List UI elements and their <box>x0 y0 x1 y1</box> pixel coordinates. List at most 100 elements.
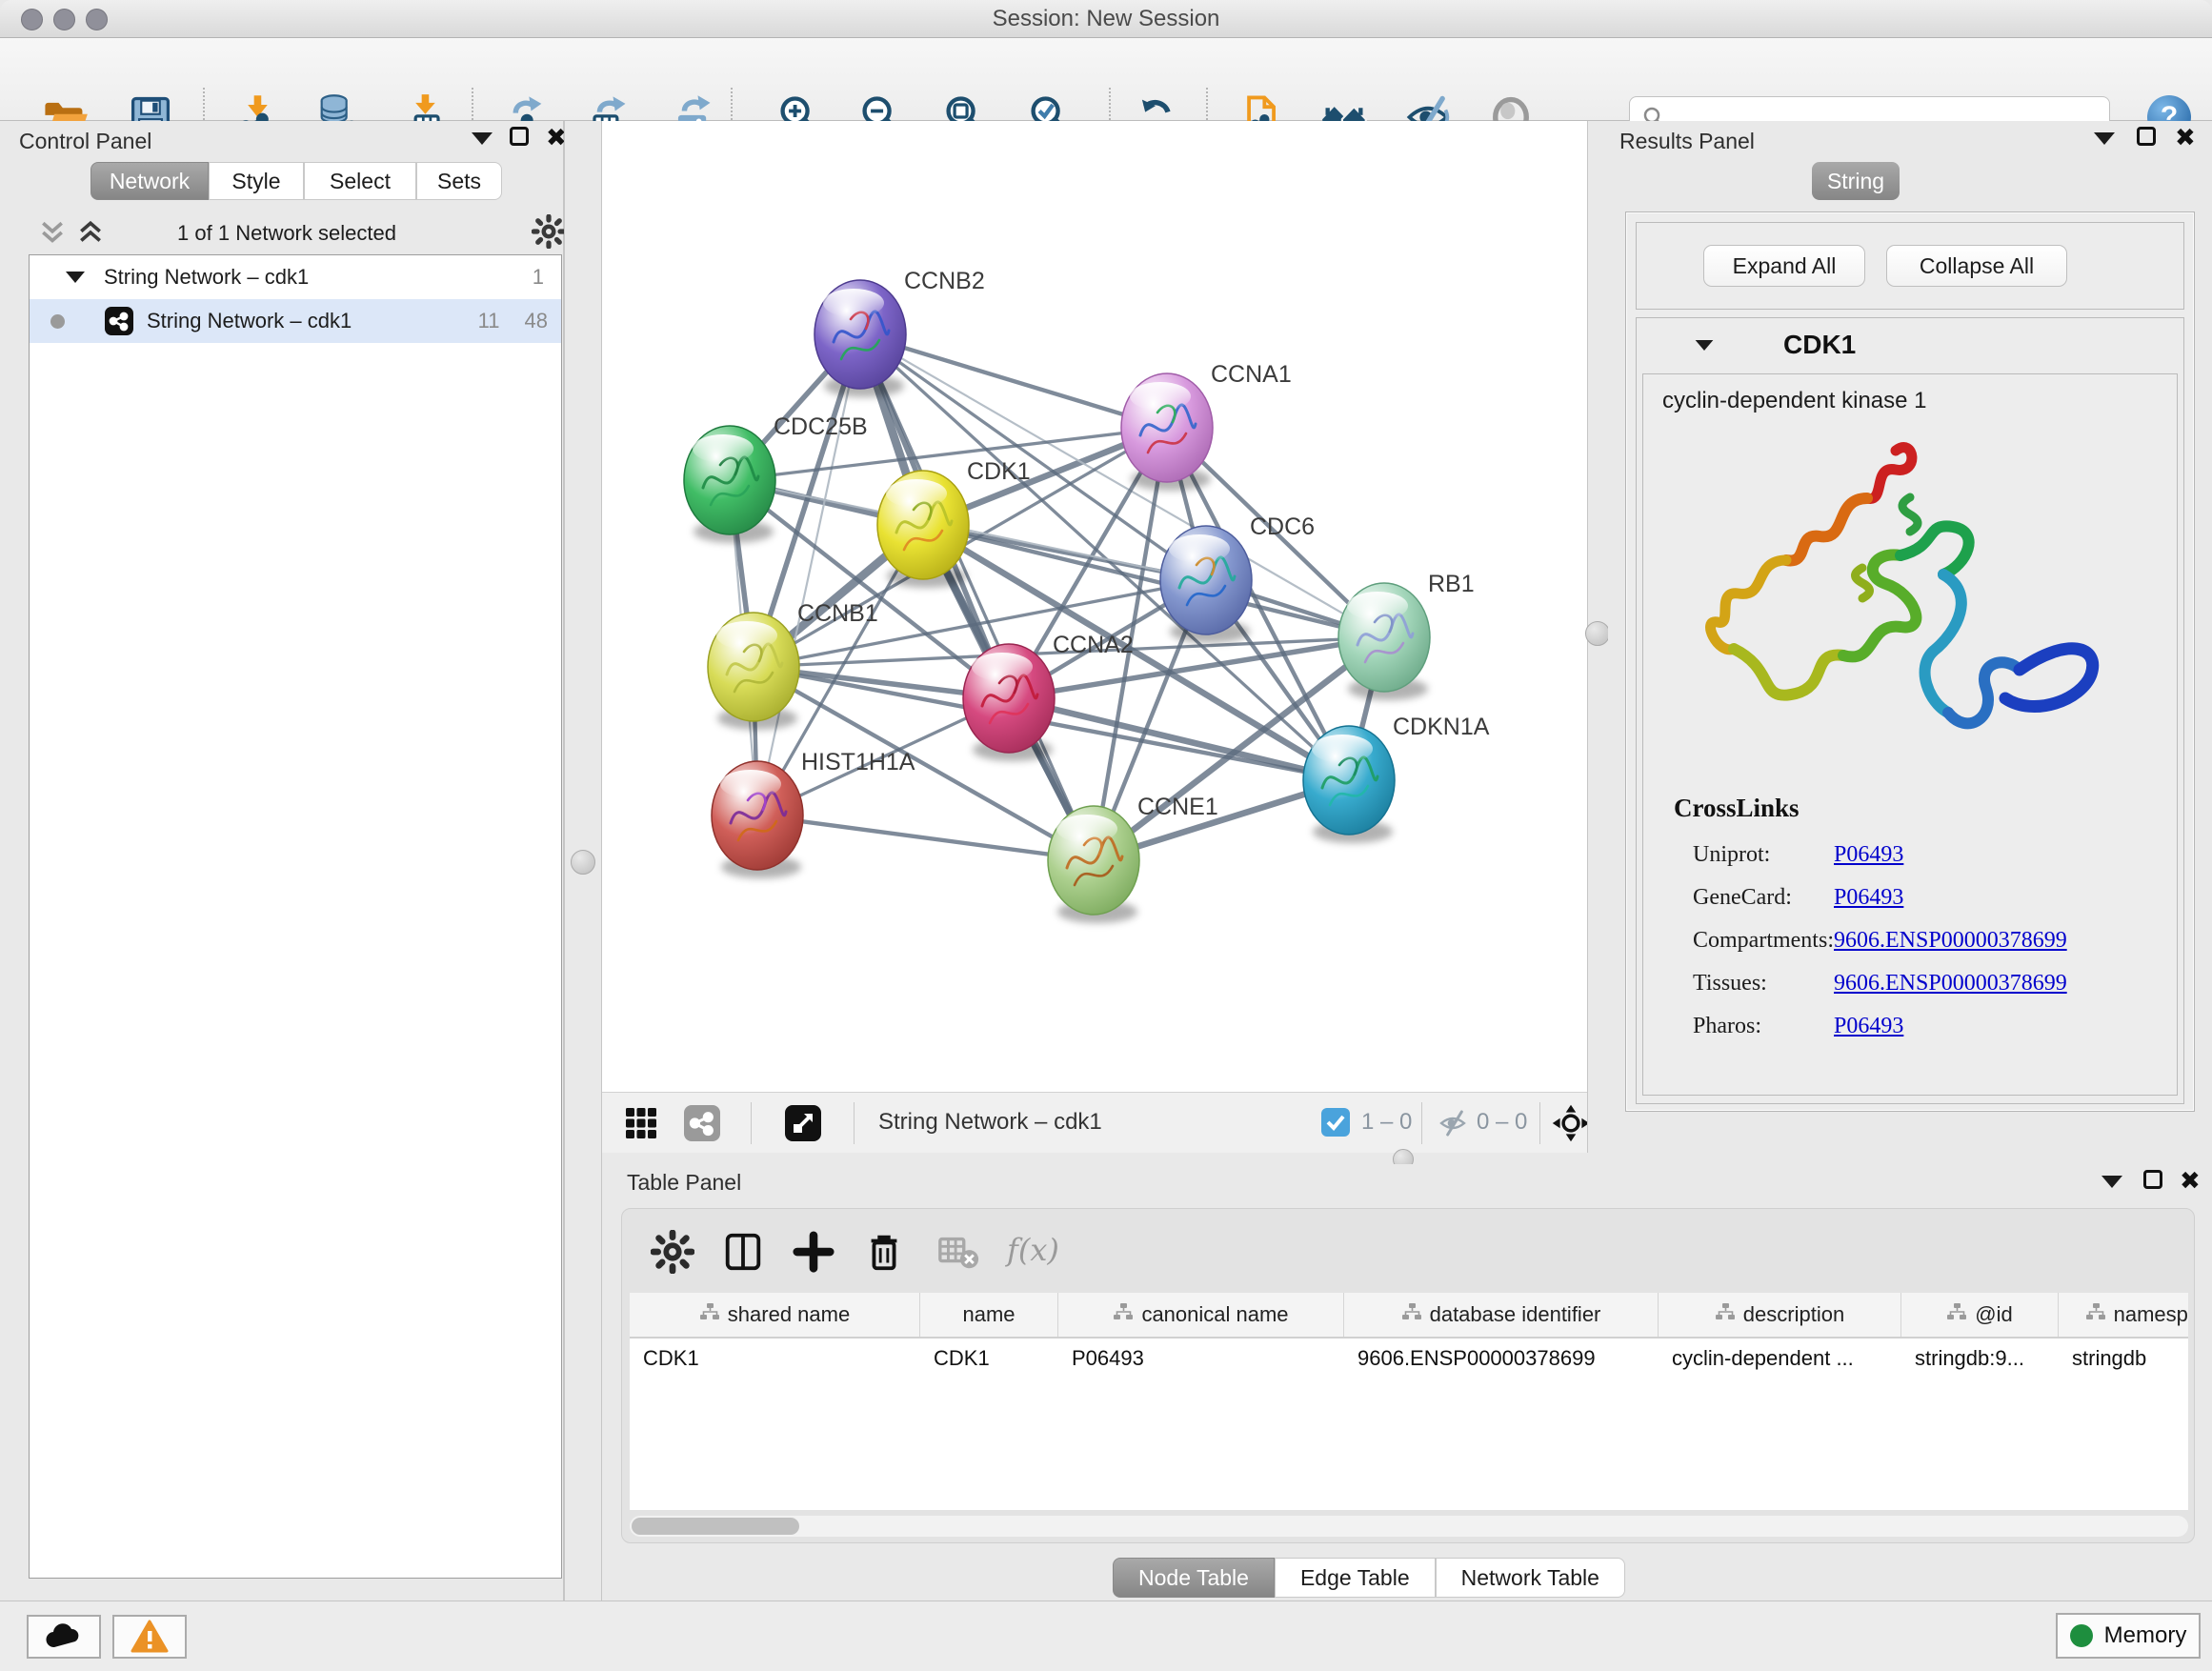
tab-network[interactable]: Network <box>90 162 209 200</box>
network-node-ccne1[interactable]: CCNE1 <box>1048 794 1218 923</box>
network-node-cdk1[interactable]: CDK1 <box>877 458 1031 588</box>
table-cell[interactable]: CDK1 <box>920 1339 1058 1380</box>
tab-sets[interactable]: Sets <box>416 162 502 200</box>
column-header--id[interactable]: @id <box>1901 1293 2059 1337</box>
horizontal-scrollbar[interactable] <box>630 1516 2188 1537</box>
column-header-description[interactable]: description <box>1659 1293 1901 1337</box>
netbar-separator <box>854 1102 855 1144</box>
node-label: CCNA2 <box>1053 632 1134 658</box>
cloud-button[interactable] <box>27 1615 101 1659</box>
crosslink-link[interactable]: 9606.ENSP00000378699 <box>1834 971 2067 997</box>
minimize-window-button[interactable] <box>53 9 75 30</box>
plus-icon[interactable] <box>792 1230 835 1274</box>
gear-icon[interactable] <box>651 1230 694 1274</box>
network-edge[interactable] <box>860 334 1167 428</box>
birdseye-icon[interactable] <box>785 1105 821 1141</box>
panel-close-icon[interactable]: ✖ <box>2175 128 2196 147</box>
shared-column-icon <box>1113 1302 1134 1327</box>
right-splitter-handle[interactable] <box>1585 621 1610 646</box>
hidden-count: 0 – 0 <box>1477 1109 1527 1136</box>
trash-icon[interactable] <box>862 1230 906 1274</box>
tree-expander-icon[interactable] <box>66 272 85 283</box>
table-panel-title: Table Panel <box>627 1170 741 1196</box>
window-titlebar: Session: New Session <box>0 0 2212 38</box>
network-node-cdc25b[interactable]: CDC25B <box>684 413 868 543</box>
table-tabs: Node Table Edge Table Network Table <box>1113 1558 1625 1598</box>
crosslink-link[interactable]: P06493 <box>1834 842 1903 868</box>
crosslink-link[interactable]: 9606.ENSP00000378699 <box>1834 928 2067 954</box>
grid-icon[interactable] <box>625 1107 657 1144</box>
table-cell[interactable]: stringdb:9... <box>1901 1339 2059 1380</box>
panel-close-icon[interactable]: ✖ <box>2180 1171 2201 1190</box>
column-label: shared name <box>728 1302 850 1327</box>
crosslink-link[interactable]: P06493 <box>1834 1014 1903 1039</box>
control-panel-tabs: Network Style Select Sets <box>10 162 564 200</box>
function-icon[interactable]: f(x) <box>1007 1232 1059 1268</box>
panel-menu-icon[interactable] <box>2094 132 2115 145</box>
table-cell[interactable]: CDK1 <box>630 1339 920 1380</box>
crosslink-row: Pharos:P06493 <box>1693 1005 2160 1048</box>
panel-float-icon[interactable] <box>2137 127 2156 146</box>
tab-string[interactable]: String <box>1812 162 1900 200</box>
tab-style[interactable]: Style <box>209 162 304 200</box>
panel-menu-icon[interactable] <box>472 132 493 145</box>
selected-checkbox[interactable] <box>1321 1108 1350 1137</box>
column-label: @id <box>1975 1302 2012 1327</box>
column-header-name[interactable]: name <box>920 1293 1058 1337</box>
crosshair-icon[interactable] <box>1551 1103 1591 1148</box>
column-header-canonical-name[interactable]: canonical name <box>1058 1293 1344 1337</box>
tab-node-table[interactable]: Node Table <box>1113 1558 1275 1598</box>
left-splitter-handle[interactable] <box>571 850 595 875</box>
network-node-rb1[interactable]: RB1 <box>1338 571 1475 700</box>
network-selection-status: 1 of 1 Network selected <box>10 221 564 246</box>
table-cell[interactable]: stringdb <box>2059 1339 2188 1380</box>
table-cell[interactable]: cyclin-dependent ... <box>1659 1339 1901 1380</box>
network-icon <box>105 307 133 335</box>
share-icon[interactable] <box>684 1105 720 1141</box>
hidden-eye-icon[interactable] <box>1437 1108 1469 1143</box>
network-node-cdkn1a[interactable]: CDKN1A <box>1303 714 1490 843</box>
crosslink-link[interactable]: P06493 <box>1834 885 1903 911</box>
results-panel: Results Panel ✖ String Expand All Collap… <box>1608 121 2212 1164</box>
column-header-shared-name[interactable]: shared name <box>630 1293 920 1337</box>
delete-table-icon[interactable] <box>936 1230 975 1274</box>
expand-all-button[interactable]: Expand All <box>1703 245 1865 287</box>
gear-icon[interactable] <box>532 214 566 253</box>
column-header-database-identifier[interactable]: database identifier <box>1344 1293 1659 1337</box>
panel-float-icon[interactable] <box>2143 1170 2162 1189</box>
network-edge[interactable] <box>757 334 860 815</box>
node-label: CDC25B <box>774 413 868 440</box>
warning-button[interactable] <box>112 1615 187 1659</box>
network-edge[interactable] <box>860 334 1094 860</box>
network-graph[interactable]: CCNB2 CCNA1 CDC25B CDK1 CDC6 RB1 CCNB1 CCNA2 CDK… <box>602 121 1587 1092</box>
entry-collapse-icon[interactable] <box>1696 339 1714 350</box>
column-header-namespace[interactable]: namespace <box>2059 1293 2188 1337</box>
panel-float-icon[interactable] <box>510 127 529 146</box>
node-label: RB1 <box>1428 571 1475 597</box>
tab-network-table[interactable]: Network Table <box>1436 1558 1625 1598</box>
table-cell[interactable]: P06493 <box>1058 1339 1344 1380</box>
tab-edge-table[interactable]: Edge Table <box>1275 1558 1436 1598</box>
entry-details: cyclin-dependent kinase 1 <box>1642 373 2178 1096</box>
tab-select[interactable]: Select <box>304 162 416 200</box>
network-node-ccna1[interactable]: CCNA1 <box>1121 361 1292 491</box>
close-window-button[interactable] <box>21 9 43 30</box>
network-node-hist1h1a[interactable]: HIST1H1A <box>712 749 915 878</box>
network-row[interactable]: String Network – cdk1 11 48 <box>30 299 561 343</box>
table-row[interactable]: CDK1CDK1P064939606.ENSP00000378699cyclin… <box>630 1339 2188 1380</box>
zoom-window-button[interactable] <box>86 9 108 30</box>
network-collection-row[interactable]: String Network – cdk1 1 <box>30 255 561 299</box>
network-node-cdc6[interactable]: CDC6 <box>1160 513 1315 643</box>
scrollbar-thumb[interactable] <box>632 1518 799 1535</box>
columns-icon[interactable] <box>721 1230 765 1274</box>
network-node-ccnb1[interactable]: CCNB1 <box>708 600 878 730</box>
network-edge[interactable] <box>757 815 1094 860</box>
network-node-ccna2[interactable]: CCNA2 <box>963 632 1134 761</box>
panel-menu-icon[interactable] <box>2101 1176 2122 1188</box>
network-node-ccnb2[interactable]: CCNB2 <box>814 268 985 397</box>
network-canvas[interactable]: CCNB2 CCNA1 CDC25B CDK1 CDC6 RB1 CCNB1 CCNA2 CDK… <box>602 121 1587 1092</box>
cloud-icon <box>44 1622 84 1651</box>
table-cell[interactable]: 9606.ENSP00000378699 <box>1344 1339 1659 1380</box>
collapse-all-button[interactable]: Collapse All <box>1886 245 2067 287</box>
memory-button[interactable]: Memory <box>2056 1613 2201 1659</box>
